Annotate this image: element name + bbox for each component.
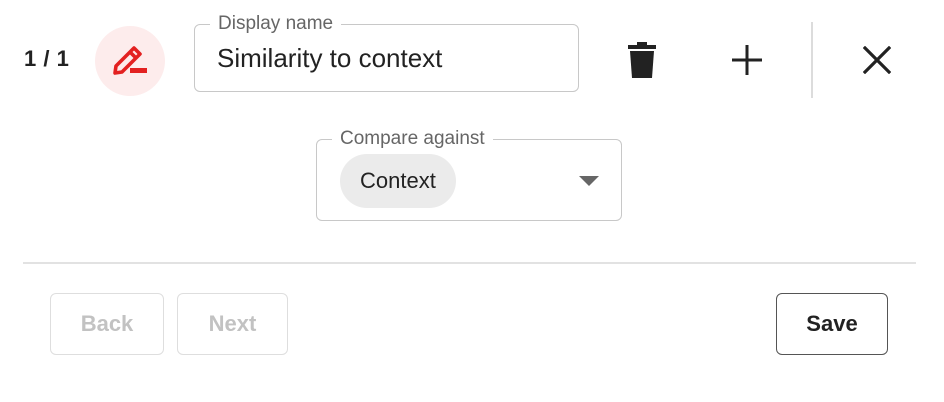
add-button[interactable] [719,32,775,88]
plus-icon [732,45,762,75]
toolbar-divider [811,22,813,98]
editor-panel: 1 / 1 Display name Compare against Co [0,0,944,402]
compare-against-label: Compare against [332,128,493,150]
close-icon [863,46,891,74]
trash-icon [628,42,656,78]
display-name-field: Display name [194,13,579,92]
delete-button[interactable] [614,32,670,88]
edit-avatar [95,26,165,96]
section-divider [23,262,916,264]
edit-pen-icon [113,46,147,75]
save-button[interactable]: Save [776,293,888,355]
display-name-input[interactable] [217,41,557,75]
compare-against-field[interactable]: Compare against Context [316,128,622,221]
back-button[interactable]: Back [50,293,164,355]
next-button[interactable]: Next [177,293,288,355]
item-counter: 1 / 1 [24,46,70,71]
display-name-label: Display name [210,13,342,35]
selected-option-chip[interactable]: Context [340,154,456,208]
close-button[interactable] [849,32,905,88]
dropdown-caret-icon[interactable] [579,176,599,186]
